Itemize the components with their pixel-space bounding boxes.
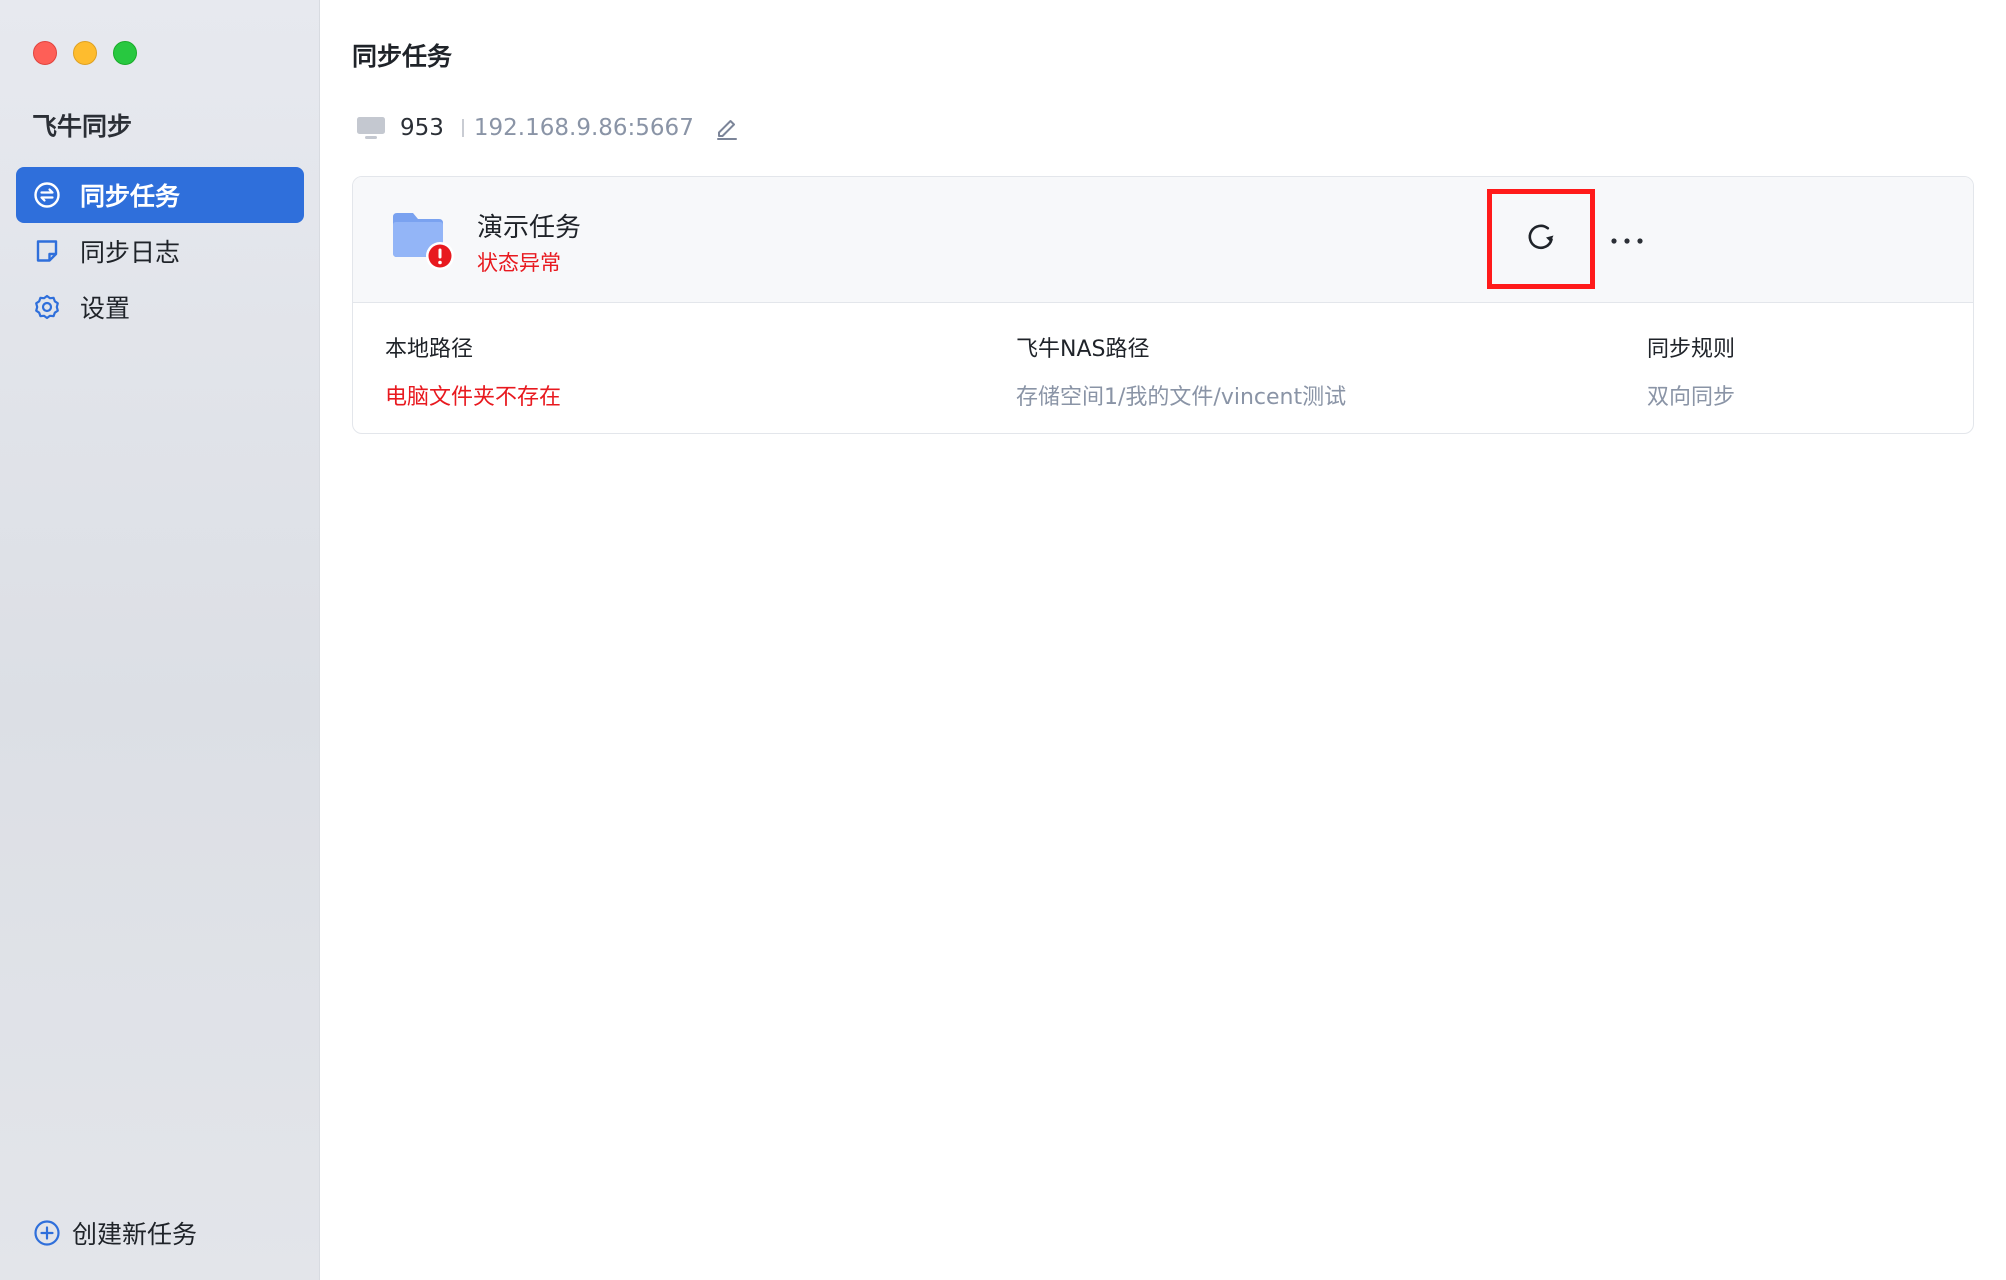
more-icon <box>1610 230 1644 249</box>
more-options-button[interactable] <box>1607 219 1647 259</box>
local-path-value: 电脑文件夹不存在 <box>385 385 562 410</box>
nas-path-value: 存储空间1/我的文件/vincent测试 <box>1016 385 1347 410</box>
window-controls <box>33 41 137 65</box>
local-path-label: 本地路径 <box>385 337 474 362</box>
local-path-column: 本地路径 电脑文件夹不存在 <box>385 331 561 411</box>
task-card-header: 演示任务 状态异常 <box>353 177 1973 303</box>
task-card[interactable]: 演示任务 状态异常 本地路径 电脑文件夹不存在 飞牛NAS路径 存储空间1/我的… <box>352 176 1974 434</box>
app-window: 飞牛同步 同步任务 同步日志 设置 创建新任务 同步任务 953 192.168… <box>0 0 2006 1280</box>
minimize-window-button[interactable] <box>73 41 97 65</box>
create-task-label: 创建新任务 <box>72 1220 198 1249</box>
sidebar-item-sync-log[interactable]: 同步日志 <box>16 223 304 279</box>
sidebar-item-label: 设置 <box>80 294 131 323</box>
app-title: 飞牛同步 <box>32 112 133 141</box>
sync-rule-value: 双向同步 <box>1647 385 1736 410</box>
sidebar: 飞牛同步 同步任务 同步日志 设置 创建新任务 <box>0 0 320 1280</box>
server-name: 953 <box>400 115 444 141</box>
sidebar-item-settings[interactable]: 设置 <box>16 279 304 335</box>
close-window-button[interactable] <box>33 41 57 65</box>
sidebar-item-label: 同步日志 <box>80 238 181 267</box>
sync-rule-column: 同步规则 双向同步 <box>1647 331 1735 411</box>
gear-icon <box>32 292 62 322</box>
sync-task-icon <box>32 180 62 210</box>
sidebar-nav: 同步任务 同步日志 设置 <box>16 167 304 335</box>
task-card-body: 本地路径 电脑文件夹不存在 飞牛NAS路径 存储空间1/我的文件/vincent… <box>353 303 1973 433</box>
server-info: 953 192.168.9.86:5667 <box>356 113 740 143</box>
add-circle-icon <box>32 1218 62 1248</box>
main-content: 同步任务 953 192.168.9.86:5667 演示任务 状态异常 本地路… <box>320 0 2006 1280</box>
sync-rule-label: 同步规则 <box>1647 337 1736 362</box>
log-icon <box>32 236 62 266</box>
page-title: 同步任务 <box>352 42 453 71</box>
nas-path-label: 飞牛NAS路径 <box>1016 337 1150 362</box>
sidebar-item-label: 同步任务 <box>80 182 181 211</box>
server-address: 192.168.9.86:5667 <box>473 115 694 141</box>
create-task-button[interactable]: 创建新任务 <box>32 1215 197 1251</box>
task-status: 状态异常 <box>477 251 561 275</box>
task-name: 演示任务 <box>477 213 582 243</box>
maximize-window-button[interactable] <box>113 41 137 65</box>
refresh-button[interactable] <box>1487 189 1595 289</box>
refresh-icon <box>1523 219 1559 259</box>
divider <box>461 119 464 137</box>
monitor-icon <box>356 115 386 141</box>
nas-path-column: 飞牛NAS路径 存储空间1/我的文件/vincent测试 <box>1016 331 1346 411</box>
edit-icon[interactable] <box>714 115 740 141</box>
folder-error-icon <box>391 207 455 271</box>
sidebar-item-sync-tasks[interactable]: 同步任务 <box>16 167 304 223</box>
